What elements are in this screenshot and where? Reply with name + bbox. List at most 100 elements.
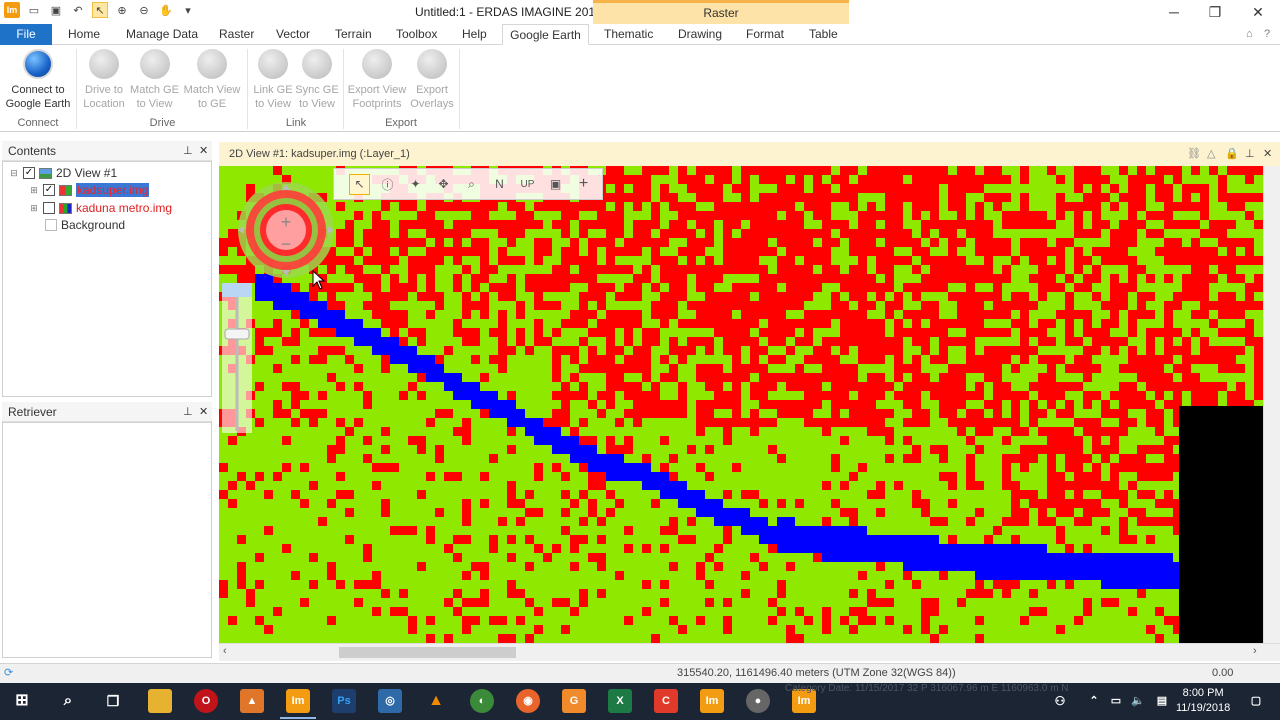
erdas-icon[interactable]: Im (286, 689, 310, 713)
roam-icon[interactable]: ✥ (433, 174, 454, 195)
undo-icon[interactable]: ↶ (70, 2, 86, 18)
opera-icon[interactable]: O (194, 689, 218, 713)
warning-icon[interactable]: △ (1207, 142, 1215, 166)
link-icon[interactable]: ⛓ (1187, 142, 1201, 166)
tab-google-earth[interactable]: Google Earth (502, 24, 589, 45)
close-icon[interactable]: ✕ (1250, 4, 1266, 20)
camtasia-icon[interactable]: C (654, 689, 678, 713)
task-view-icon[interactable]: ❐ (101, 689, 125, 713)
tab-file[interactable]: File (0, 24, 52, 45)
crosshair-icon[interactable]: + (573, 174, 594, 195)
scroll-left-icon[interactable]: ‹ (223, 645, 227, 657)
tree-node-layer[interactable]: ⊞ ✓ kadsuper.img (29, 181, 150, 199)
help-icon[interactable]: ? (1258, 24, 1276, 45)
select-pointer-icon[interactable]: ↖ (349, 173, 370, 195)
app-icon[interactable]: ● (746, 689, 770, 713)
photoshop-icon[interactable]: Ps (332, 689, 356, 713)
drive-to-location-button[interactable]: Drive to Location (80, 49, 128, 111)
built-up-pixel (1101, 400, 1110, 409)
tab-home[interactable]: Home (62, 24, 106, 45)
firefox-icon[interactable]: ◉ (516, 689, 540, 713)
snapshot-icon[interactable]: ▣ (545, 174, 566, 195)
scroll-right-icon[interactable]: › (1253, 645, 1257, 657)
tree-node-background[interactable]: Background (45, 216, 125, 234)
background-swatch[interactable] (45, 219, 57, 231)
pin-icon[interactable]: ⊥ (1245, 142, 1255, 166)
people-icon[interactable]: ⚇ (1048, 689, 1072, 713)
export-overlays-button[interactable]: Export Overlays (410, 49, 454, 111)
tab-manage-data[interactable]: Manage Data (120, 24, 204, 45)
info-icon[interactable]: ⓘ (377, 174, 398, 195)
tab-vector[interactable]: Vector (270, 24, 316, 45)
pan-icon[interactable]: ✋ (158, 2, 174, 18)
zoom-icon[interactable]: ⌕ (461, 174, 482, 195)
notification-icon[interactable]: ▢ (1244, 689, 1268, 713)
search-icon[interactable]: ⌕ (56, 689, 80, 713)
select-arrow-icon[interactable]: ↖ (92, 2, 108, 18)
connect-google-earth-button[interactable]: Connect to Google Earth (4, 49, 72, 111)
up-icon[interactable]: UP (517, 174, 538, 195)
gitkraken-icon[interactable]: G (562, 689, 586, 713)
collapse-icon[interactable]: ⊟ (9, 168, 19, 179)
close-icon[interactable]: ✕ (199, 141, 208, 161)
google-earth-icon[interactable]: ◐ (470, 689, 494, 713)
expand-icon[interactable]: ⊞ (29, 185, 39, 196)
view-checkbox[interactable]: ✓ (23, 167, 35, 179)
pin-icon[interactable]: ⊥ (183, 402, 193, 422)
close-icon[interactable]: ✕ (1263, 142, 1272, 166)
tab-drawing[interactable]: Drawing (672, 24, 728, 45)
lock-icon[interactable]: 🔒 (1225, 142, 1239, 166)
match-view-to-ge-button[interactable]: Match View to GE (181, 49, 243, 111)
system-clock[interactable]: 8:00 PM 11/19/2018 (1176, 686, 1230, 716)
zoom-out-icon[interactable]: ⊖ (136, 2, 152, 18)
customize-dropdown-icon[interactable]: ▾ (180, 2, 196, 18)
tab-table[interactable]: Table (803, 24, 844, 45)
save-icon[interactable]: ▣ (48, 2, 64, 18)
tree-node-view[interactable]: ⊟ ✓ 2D View #1 (9, 164, 117, 182)
erdas-logo-icon[interactable]: Im (4, 2, 20, 18)
battery-icon[interactable]: ▭ (1104, 689, 1128, 713)
pan-icon[interactable]: ✦ (405, 174, 426, 195)
tab-terrain[interactable]: Terrain (329, 24, 378, 45)
file-explorer-icon[interactable] (148, 689, 172, 713)
restore-icon[interactable]: ❐ (1207, 4, 1223, 20)
vlc-icon[interactable]: ▲ (424, 689, 448, 713)
built-up-pixel (975, 301, 984, 310)
tab-thematic[interactable]: Thematic (598, 24, 659, 45)
sync-ge-to-view-button[interactable]: Sync GE to View (295, 49, 339, 111)
layer-checkbox[interactable] (43, 202, 55, 214)
match-ge-to-view-button[interactable]: Match GE to View (128, 49, 181, 111)
volume-icon[interactable]: 🔈 (1126, 689, 1150, 713)
layer-checkbox[interactable]: ✓ (43, 184, 55, 196)
globe-search-icon[interactable]: ◎ (378, 689, 402, 713)
excel-icon[interactable]: X (608, 689, 632, 713)
zoom-slider[interactable] (222, 283, 252, 433)
tray-expand-icon[interactable]: ⌃ (1082, 689, 1106, 713)
zoom-in-icon[interactable]: ⊕ (114, 2, 130, 18)
tab-help[interactable]: Help (456, 24, 493, 45)
open-icon[interactable]: ▭ (26, 2, 42, 18)
scroll-thumb[interactable] (339, 647, 516, 658)
north-up-icon[interactable]: N (489, 174, 510, 195)
export-view-footprints-button[interactable]: Export View Footprints (346, 49, 408, 111)
tree-node-layer[interactable]: ⊞ kaduna metro.img (29, 199, 172, 217)
vertical-scrollbar[interactable] (1263, 166, 1280, 643)
link-ge-to-view-button[interactable]: Link GE to View (251, 49, 295, 111)
windows-start-icon[interactable]: ⊞ (10, 689, 34, 713)
tab-format[interactable]: Format (740, 24, 790, 45)
erdas-icon[interactable]: Im (700, 689, 724, 713)
horizontal-scrollbar[interactable]: ‹ › (219, 643, 1280, 661)
network-icon[interactable]: ▤ (1150, 689, 1174, 713)
pin-icon[interactable]: ⊥ (183, 141, 193, 161)
tab-raster[interactable]: Raster (213, 24, 260, 45)
ribbon-collapse-icon[interactable]: ⌂ (1240, 24, 1259, 45)
close-icon[interactable]: ✕ (199, 402, 208, 422)
navigation-wheel[interactable]: + − (228, 180, 344, 280)
refresh-icon[interactable]: ⟳ (4, 664, 13, 683)
built-up-pixel (561, 283, 570, 292)
minimize-icon[interactable]: ─ (1166, 4, 1182, 20)
map-canvas[interactable] (219, 166, 1263, 643)
tab-toolbox[interactable]: Toolbox (390, 24, 443, 45)
matlab-icon[interactable]: ▲ (240, 689, 264, 713)
expand-icon[interactable]: ⊞ (29, 203, 39, 214)
